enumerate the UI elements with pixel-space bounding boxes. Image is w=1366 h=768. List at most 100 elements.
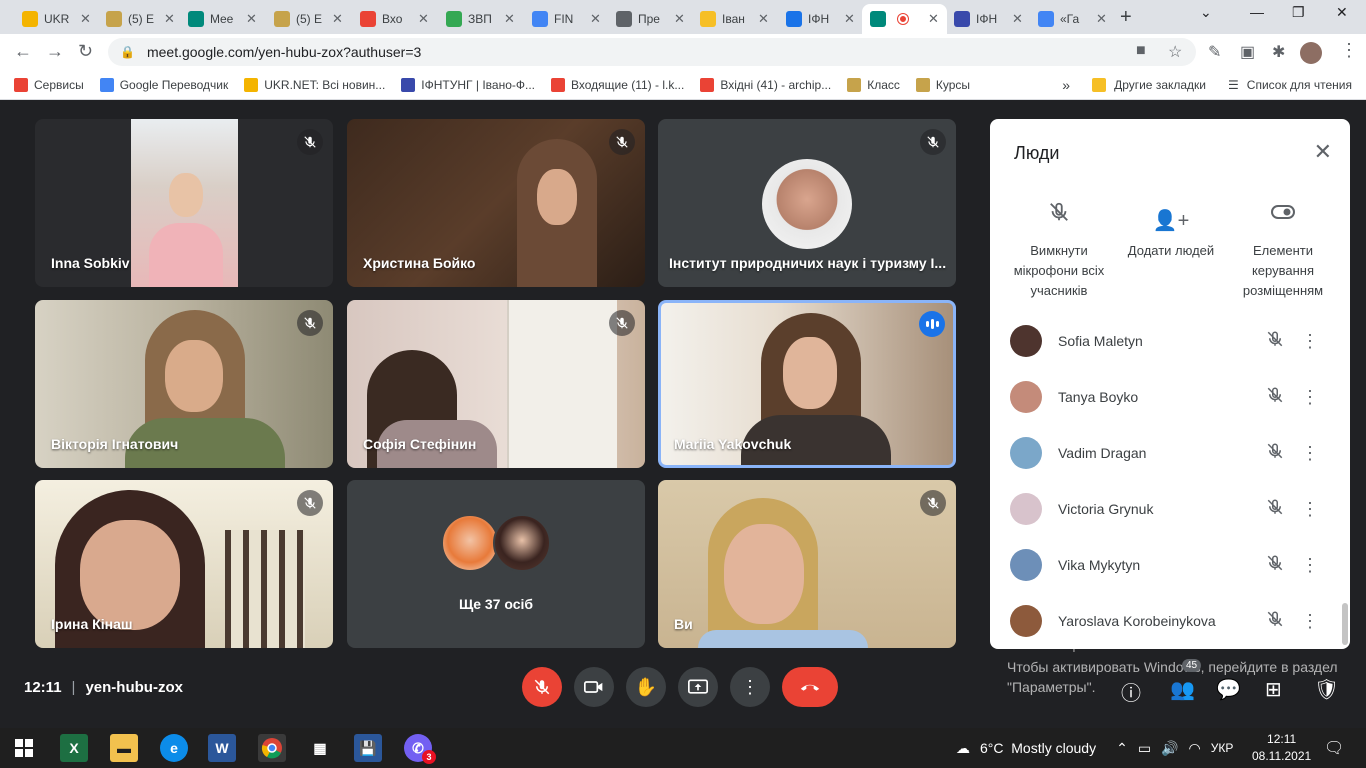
bookmark-item[interactable]: UKR.NET: Всі новин... <box>244 77 385 92</box>
tab-search-icon[interactable]: ⌄ <box>1200 4 1212 21</box>
windows-start-icon[interactable] <box>10 734 38 762</box>
more-bookmarks-button[interactable]: » <box>1062 77 1070 93</box>
language-indicator[interactable]: УКР <box>1211 741 1234 755</box>
tray-chevron-icon[interactable]: ⌃ <box>1116 740 1128 757</box>
save-app-icon[interactable]: 💾 <box>354 734 382 762</box>
close-tab-icon[interactable]: ✕ <box>80 11 91 27</box>
close-tab-icon[interactable]: ✕ <box>590 11 601 27</box>
browser-tab[interactable]: (5) E ✕ <box>98 4 183 34</box>
close-tab-icon[interactable]: ✕ <box>246 11 257 27</box>
close-tab-icon[interactable]: ✕ <box>332 11 343 27</box>
browser-tab[interactable]: UKR ✕ <box>14 4 99 34</box>
bookmark-item[interactable]: Входящие (11) - l.k... <box>551 77 684 92</box>
profile-avatar[interactable] <box>1300 42 1322 64</box>
browser-tab[interactable]: Вхо ✕ <box>352 4 437 34</box>
mic-off-icon[interactable] <box>1260 386 1290 409</box>
close-tab-icon[interactable]: ✕ <box>418 11 429 27</box>
mic-toggle-button[interactable] <box>522 667 562 707</box>
weather-text[interactable]: 6°C Mostly cloudy <box>980 740 1096 756</box>
mic-off-icon[interactable] <box>1260 610 1290 633</box>
close-tab-icon[interactable]: ✕ <box>928 11 939 27</box>
address-bar[interactable]: 🔒 meet.google.com/yen-hubu-zox?authuser=… <box>108 38 1196 66</box>
mute-all-button[interactable]: Вимкнути мікрофони всіх учасників <box>1004 201 1114 301</box>
panel-scrollbar[interactable] <box>1342 603 1348 645</box>
browser-tab[interactable]: «Га ✕ <box>1030 4 1115 34</box>
video-tile[interactable]: Вікторія Ігнатович <box>35 300 333 468</box>
close-tab-icon[interactable]: ✕ <box>164 11 175 27</box>
participant-row[interactable]: Vadim Dragan ⋮ <box>1010 433 1330 473</box>
raise-hand-button[interactable]: ✋ <box>626 667 666 707</box>
bookmark-item[interactable]: Google Переводчик <box>99 77 228 92</box>
host-controls-button[interactable]: Елементи керування розміщенням <box>1228 201 1338 301</box>
back-icon[interactable]: ← <box>14 41 32 62</box>
participant-more-icon[interactable]: ⋮ <box>1290 387 1330 408</box>
video-tile[interactable]: Софія Стефінин <box>347 300 645 468</box>
self-video-tile[interactable]: Ви <box>658 480 956 648</box>
word-icon[interactable]: W <box>208 734 236 762</box>
mic-off-icon[interactable] <box>1260 554 1290 577</box>
browser-tab[interactable]: ІФН ✕ <box>946 4 1031 34</box>
video-tile[interactable]: Христина Бойко <box>347 119 645 287</box>
browser-tab[interactable]: (5) E ✕ <box>266 4 351 34</box>
more-options-button[interactable]: ⋮ <box>730 667 770 707</box>
edge-icon[interactable]: e <box>160 734 188 762</box>
close-tab-icon[interactable]: ✕ <box>1012 11 1023 27</box>
forward-icon[interactable]: → <box>46 41 64 62</box>
wifi-icon[interactable]: ◠ <box>1189 740 1201 757</box>
browser-tab[interactable]: ✕ <box>862 4 947 34</box>
extension-2-icon[interactable]: ▣ <box>1240 42 1255 62</box>
close-tab-icon[interactable]: ✕ <box>758 11 769 27</box>
overflow-tile[interactable]: Ще 37 осіб <box>347 480 645 648</box>
other-bookmarks-link[interactable]: Другие закладки <box>1114 78 1206 92</box>
participant-row[interactable]: Victoria Grynuk ⋮ <box>1010 489 1330 529</box>
clock[interactable]: 12:11 08.11.2021 <box>1252 731 1311 765</box>
close-tab-icon[interactable]: ✕ <box>674 11 685 27</box>
participant-row[interactable]: Tanya Boyko ⋮ <box>1010 377 1330 417</box>
new-tab-button[interactable]: + <box>1120 6 1132 29</box>
add-people-button[interactable]: 👤+ Додати людей <box>1116 211 1226 261</box>
host-controls-icon[interactable]: 🛡 <box>1314 677 1339 702</box>
chrome-menu-icon[interactable]: ⋮ <box>1340 40 1358 61</box>
video-tile[interactable]: Інститут природничих наук і туризму І... <box>658 119 956 287</box>
participant-more-icon[interactable]: ⋮ <box>1290 611 1330 632</box>
video-tile[interactable]: Inna Sobkiv <box>35 119 333 287</box>
minimize-button[interactable]: — <box>1250 4 1264 20</box>
reading-list-link[interactable]: Список для чтения <box>1247 78 1352 92</box>
puzzle-icon[interactable]: ✱ <box>1272 42 1285 62</box>
bookmark-item[interactable]: Сервисы <box>14 77 84 92</box>
browser-tab[interactable]: Mee ✕ <box>180 4 265 34</box>
file-explorer-icon[interactable]: ▬ <box>110 734 138 762</box>
mic-off-icon[interactable] <box>1260 330 1290 353</box>
present-screen-button[interactable] <box>678 667 718 707</box>
mic-off-icon[interactable] <box>1260 442 1290 465</box>
people-icon[interactable]: 👥 <box>1170 677 1195 702</box>
participant-more-icon[interactable]: ⋮ <box>1290 555 1330 576</box>
end-call-button[interactable] <box>782 667 838 707</box>
calculator-icon[interactable]: ▦ <box>306 734 334 762</box>
notification-icon[interactable]: 🗨 <box>1324 738 1344 758</box>
close-panel-icon[interactable]: ✕ <box>1314 139 1332 165</box>
bookmark-item[interactable]: Вхідні (41) - archip... <box>700 77 831 92</box>
excel-icon[interactable]: X <box>60 734 88 762</box>
camera-toggle-button[interactable] <box>574 667 614 707</box>
participant-row[interactable]: Vika Mykytyn ⋮ <box>1010 545 1330 585</box>
mic-off-icon[interactable] <box>1260 498 1290 521</box>
participant-more-icon[interactable]: ⋮ <box>1290 331 1330 352</box>
browser-tab[interactable]: Іван ✕ <box>692 4 777 34</box>
video-tile[interactable]: Ірина Кінаш <box>35 480 333 648</box>
volume-icon[interactable]: 🔊 <box>1161 740 1178 757</box>
extension-icon[interactable]: ✎ <box>1208 42 1221 62</box>
chrome-icon[interactable] <box>258 734 286 762</box>
close-tab-icon[interactable]: ✕ <box>844 11 855 27</box>
browser-tab[interactable]: FIN ✕ <box>524 4 609 34</box>
camera-blocked-icon[interactable]: ■ <box>1136 42 1146 60</box>
close-tab-icon[interactable]: ✕ <box>1096 11 1107 27</box>
browser-tab[interactable]: Пре ✕ <box>608 4 693 34</box>
participant-more-icon[interactable]: ⋮ <box>1290 499 1330 520</box>
participant-more-icon[interactable]: ⋮ <box>1290 443 1330 464</box>
video-tile-active[interactable]: Mariia Yakovchuk <box>658 300 956 468</box>
browser-tab[interactable]: ІФН ✕ <box>778 4 863 34</box>
bookmark-star-icon[interactable]: ☆ <box>1168 42 1182 62</box>
close-window-button[interactable]: ✕ <box>1336 4 1348 21</box>
viber-icon[interactable]: ✆ 3 <box>404 734 436 764</box>
